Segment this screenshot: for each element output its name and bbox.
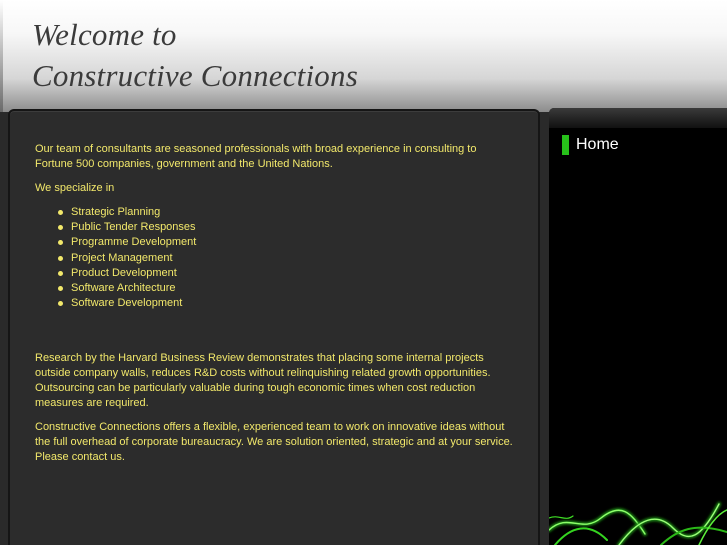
- services-list-item: Project Management: [58, 251, 515, 266]
- services-list-item: Strategic Planning: [58, 205, 515, 220]
- services-list-item: Programme Development: [58, 235, 515, 250]
- nav-item-label: Home: [576, 136, 619, 153]
- main-content: Our team of consultants are seasoned pro…: [35, 142, 515, 474]
- header-edge: [0, 0, 3, 112]
- services-list-item: Public Tender Responses: [58, 220, 515, 235]
- site-title-line-2: Constructive Connections: [32, 58, 358, 93]
- services-list-item: Software Development: [58, 296, 515, 311]
- intro-paragraph: Our team of consultants are seasoned pro…: [35, 143, 477, 170]
- specialize-label: We specialize in: [35, 182, 115, 194]
- site-header: Welcome to Constructive Connections: [0, 0, 727, 112]
- services-list-item: Product Development: [58, 266, 515, 281]
- sidebar-top-bar: [549, 108, 727, 128]
- site-title-line-1: Welcome to: [32, 17, 177, 52]
- nav-item-home[interactable]: Home: [562, 134, 619, 156]
- nav-active-marker: [562, 135, 569, 155]
- offer-paragraph: Constructive Connections offers a flexib…: [35, 421, 513, 464]
- services-list: Strategic Planning Public Tender Respons…: [35, 205, 515, 311]
- main-content-panel: Our team of consultants are seasoned pro…: [8, 109, 540, 545]
- green-swirl-decoration: [549, 502, 727, 545]
- sidebar-nav: Home: [549, 108, 727, 545]
- services-list-item: Software Architecture: [58, 281, 515, 296]
- research-paragraph: Research by the Harvard Business Review …: [35, 352, 491, 410]
- site-title: Welcome to Constructive Connections: [32, 14, 358, 96]
